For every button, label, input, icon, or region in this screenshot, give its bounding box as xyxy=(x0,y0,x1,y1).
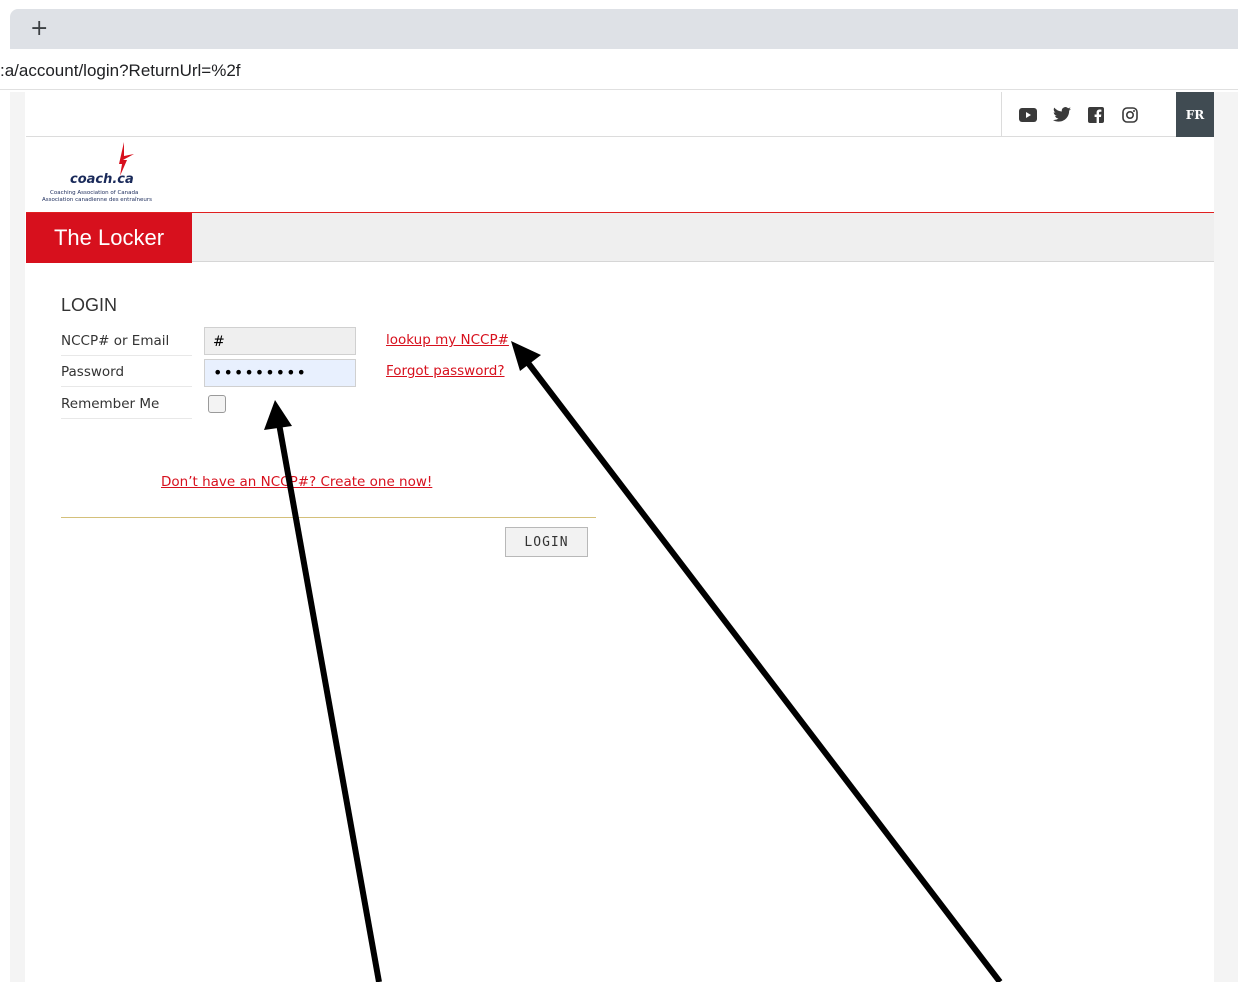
social-links xyxy=(1001,92,1156,137)
instagram-icon[interactable] xyxy=(1120,105,1140,125)
lookup-nccp-link[interactable]: lookup my NCCP# xyxy=(386,332,509,348)
page-gutter-right xyxy=(1214,92,1238,982)
top-utility-bar: FR xyxy=(26,92,1214,137)
nav-tab-the-locker[interactable]: The Locker xyxy=(26,213,192,263)
logo-tagline-fr: Association canadienne des entraîneurs xyxy=(42,197,152,203)
login-button[interactable]: LOGIN xyxy=(505,527,588,557)
browser-tab-strip: + xyxy=(10,9,1238,49)
create-nccp-link[interactable]: Don’t have an NCCP#? Create one now! xyxy=(161,474,432,490)
coach-ca-logo[interactable]: coach.ca Coaching Association of Canada … xyxy=(40,140,180,210)
remember-me-checkbox[interactable] xyxy=(208,395,226,413)
language-toggle-button[interactable]: FR xyxy=(1176,92,1214,137)
logo-tagline-en: Coaching Association of Canada xyxy=(50,190,139,196)
remember-me-label: Remember Me xyxy=(61,396,192,419)
forgot-password-link[interactable]: Forgot password? xyxy=(386,363,505,379)
url-text[interactable]: :a/account/login?ReturnUrl=%2f xyxy=(0,61,241,81)
password-input[interactable]: ••••••••• xyxy=(204,359,356,387)
username-input[interactable]: # xyxy=(204,327,356,355)
new-tab-button[interactable]: + xyxy=(30,13,48,45)
form-divider xyxy=(61,517,596,518)
youtube-icon[interactable] xyxy=(1018,105,1038,125)
password-label: Password xyxy=(61,364,192,387)
username-label: NCCP# or Email xyxy=(61,333,192,356)
login-heading: LOGIN xyxy=(61,295,118,315)
twitter-icon[interactable] xyxy=(1052,105,1072,125)
logo-wordmark: coach.ca xyxy=(70,172,134,187)
main-nav-bar: The Locker xyxy=(26,212,1214,263)
facebook-icon[interactable] xyxy=(1086,105,1106,125)
address-bar[interactable]: :a/account/login?ReturnUrl=%2f xyxy=(0,55,1238,90)
maple-leaf-icon xyxy=(119,142,134,176)
